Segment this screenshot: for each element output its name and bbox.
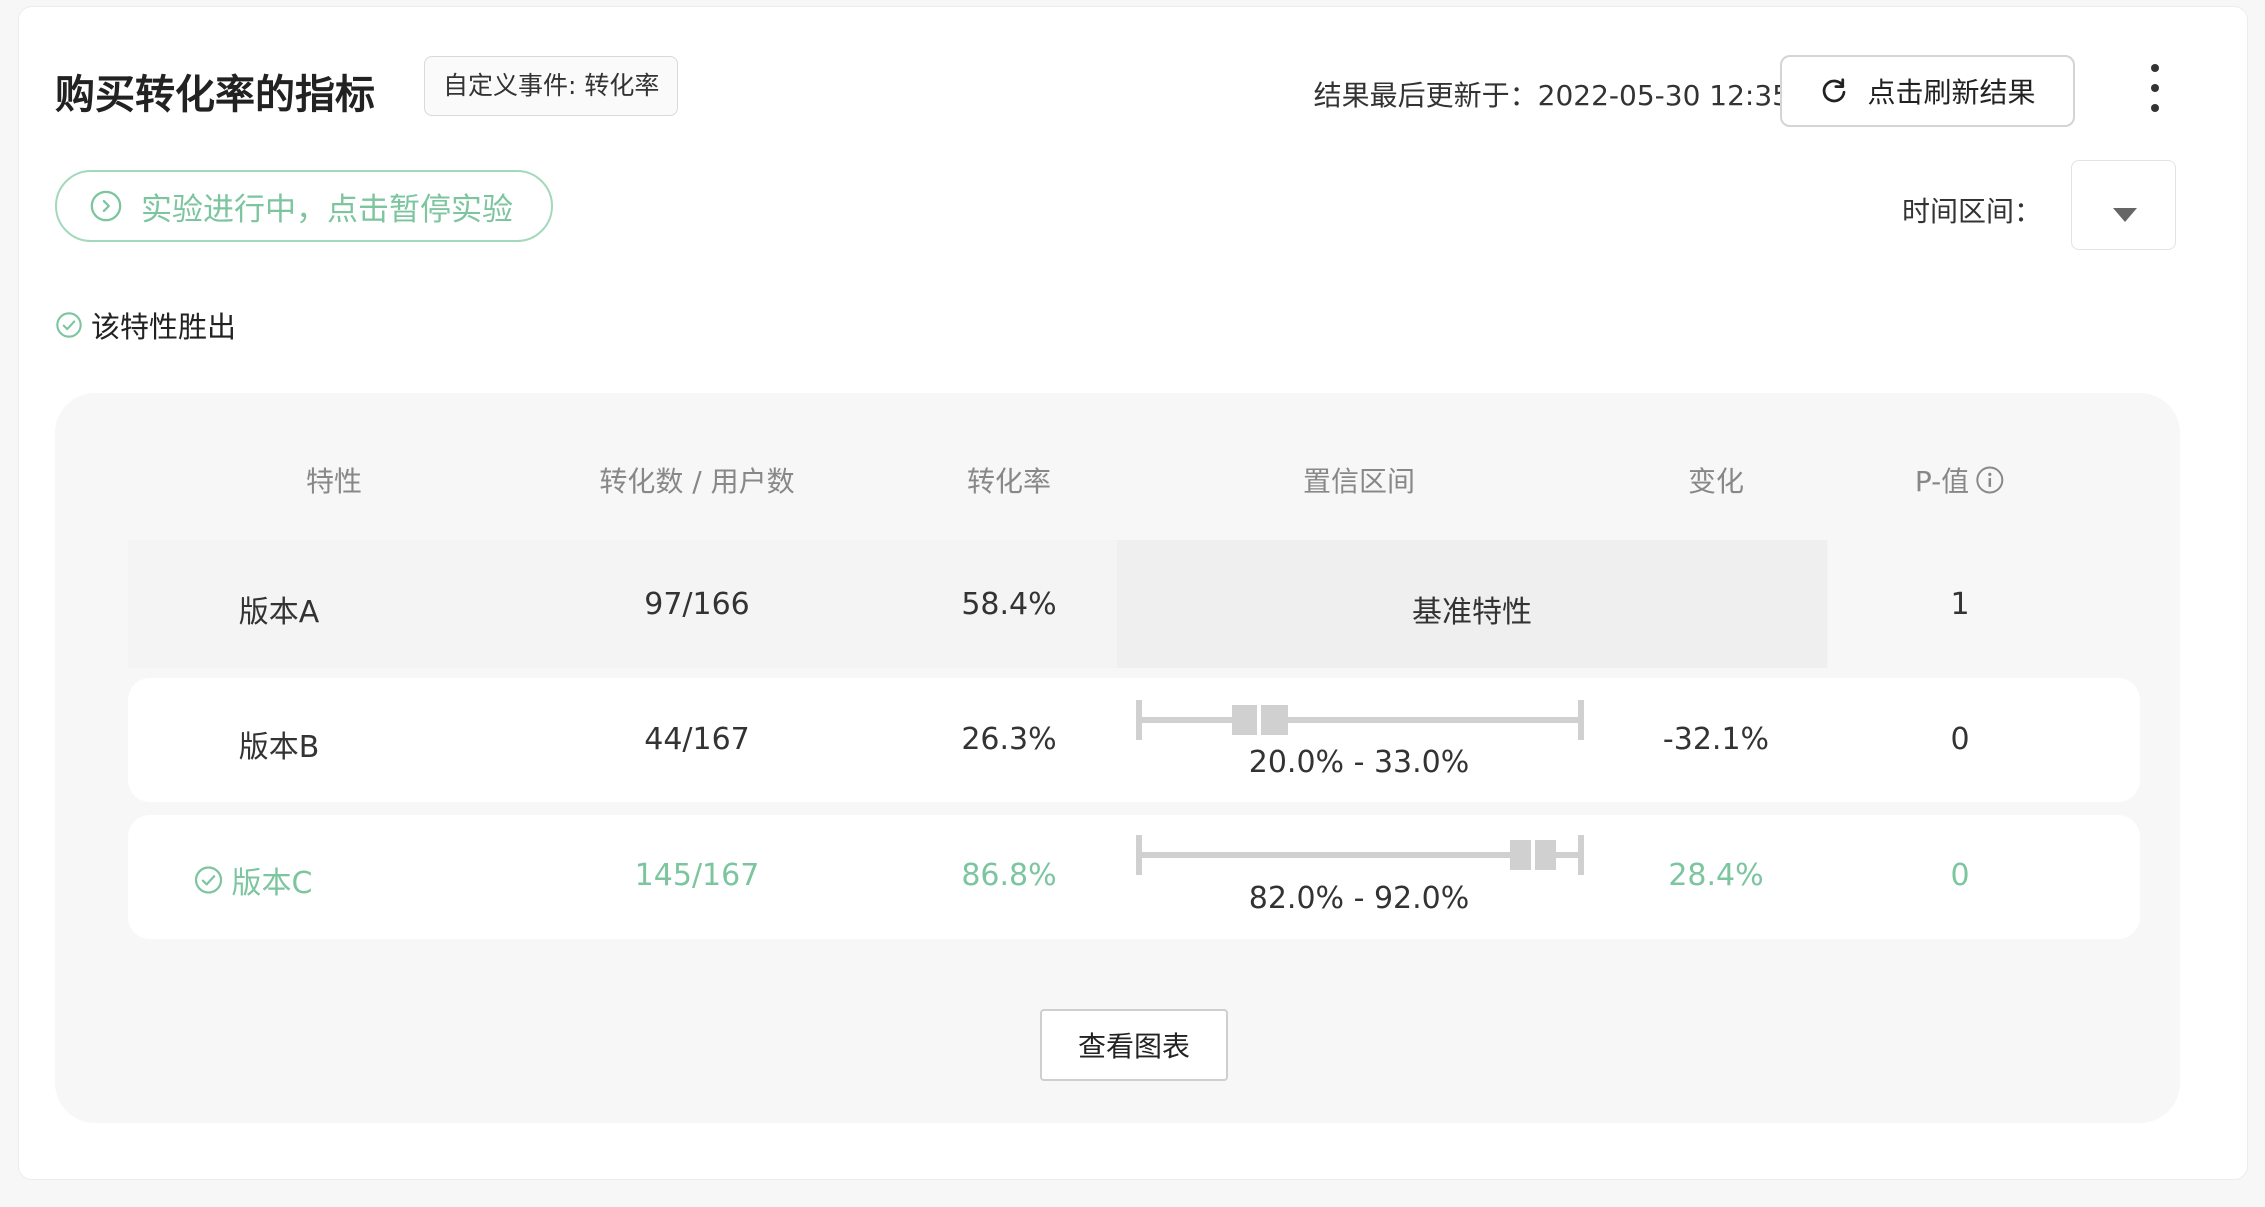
variant-b-confidence-bar [1136, 700, 1584, 740]
refresh-results-button[interactable]: 点击刷新结果 [1780, 55, 2075, 127]
event-tag: 自定义事件: 转化率 [424, 56, 679, 116]
variant-c-confidence-text: 82.0% - 92.0% [1248, 881, 1470, 916]
variant-b-pvalue: 0 [1950, 722, 1970, 757]
variant-a-baseline-label: 基准特性 [1412, 595, 1532, 630]
pvalue-header-label: P-值 [1914, 465, 1970, 498]
variant-b-name: 版本B [238, 730, 320, 765]
last-updated: 结果最后更新于：2022-05-30 12:35 [1314, 74, 1790, 114]
variant-b-rate: 26.3% [961, 722, 1057, 757]
column-header-confidence: 置信区间 [1302, 465, 1416, 498]
last-updated-time: 2022-05-30 12:35 [1537, 79, 1790, 112]
winner-note: 该特性胜出 [55, 304, 236, 346]
variant-c-name: 版本C [231, 866, 313, 901]
variant-c-change: 28.4% [1668, 858, 1764, 893]
variant-a-rate: 58.4% [961, 587, 1057, 622]
view-chart-button[interactable]: 查看图表 [1040, 1009, 1228, 1081]
check-circle-icon [56, 312, 82, 338]
refresh-icon [1823, 78, 1846, 103]
variant-b-change: -32.1% [1662, 722, 1770, 757]
refresh-results-label: 点击刷新结果 [1867, 76, 2036, 109]
variant-c-rate: 86.8% [961, 858, 1057, 893]
play-circle-icon [90, 190, 122, 222]
last-updated-label: 结果最后更新于： [1313, 79, 1538, 112]
variant-c-name-cell: 版本C [194, 858, 313, 902]
column-header-rate: 转化率 [966, 465, 1052, 498]
variant-c-confidence-bar [1136, 835, 1584, 875]
more-options-icon[interactable] [2140, 58, 2170, 118]
pause-experiment-button[interactable]: 实验进行中，点击暂停实验 [55, 170, 553, 242]
variant-a-name: 版本A [238, 595, 320, 630]
time-range-label: 时间区间： [1902, 195, 2043, 228]
time-range-select[interactable] [2071, 160, 2176, 250]
column-header-conversions: 转化数 / 用户数 [599, 465, 795, 498]
column-header-change: 变化 [1687, 465, 1745, 498]
variant-a-conversions: 97/166 [644, 587, 750, 622]
info-icon[interactable] [1975, 465, 2005, 495]
column-header-pvalue: P-值 [1915, 460, 2005, 500]
column-header-variant: 特性 [305, 465, 363, 498]
variant-a-pvalue: 1 [1950, 587, 1970, 622]
variant-b-confidence-text: 20.0% - 33.0% [1248, 745, 1470, 780]
winner-note-text: 该特性胜出 [91, 310, 237, 344]
variant-c-conversions: 145/167 [634, 858, 760, 893]
check-circle-icon [194, 866, 223, 894]
caret-down-icon [2113, 208, 2137, 222]
pause-experiment-label: 实验进行中，点击暂停实验 [141, 191, 513, 228]
variant-c-pvalue: 0 [1950, 858, 1970, 893]
metric-title: 购买转化率的指标 [55, 72, 375, 118]
variant-b-conversions: 44/167 [644, 722, 750, 757]
